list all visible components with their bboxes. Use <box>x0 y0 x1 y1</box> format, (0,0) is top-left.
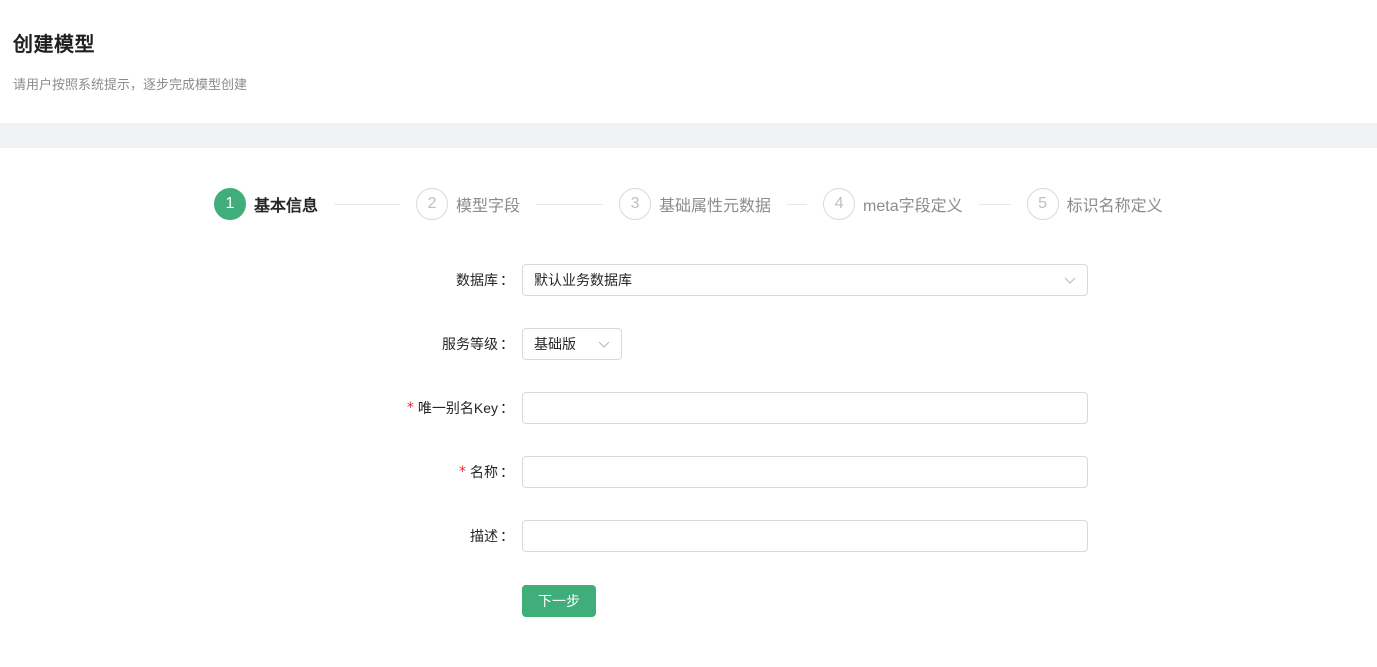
description-input[interactable] <box>522 520 1088 552</box>
service-level-select-value: 基础版 <box>534 336 576 352</box>
label-text: 唯一别名Key <box>417 400 498 416</box>
name-input[interactable] <box>522 456 1088 488</box>
label-text: 数据库 <box>456 272 498 288</box>
service-level-label: 服务等级： <box>442 328 514 360</box>
service-level-select[interactable]: 基础版 <box>522 328 622 360</box>
label-colon: ： <box>500 528 514 544</box>
database-select-value: 默认业务数据库 <box>534 272 632 288</box>
database-select[interactable]: 默认业务数据库 <box>522 264 1088 296</box>
form-row-database: 数据库： 默认业务数据库 <box>0 264 1377 296</box>
step-basic-info[interactable]: 1 基本信息 <box>214 188 318 220</box>
form-row-name: * 名称： <box>0 456 1377 488</box>
label-text: 描述 <box>470 528 498 544</box>
step-number-2: 2 <box>416 188 449 220</box>
form-row-service-level: 服务等级： 基础版 <box>0 328 1377 360</box>
steps-bar: 1 基本信息 2 模型字段 3 基础属性元数据 4 meta字段定义 5 标识名… <box>214 188 1163 220</box>
database-label: 数据库： <box>456 264 514 296</box>
form-row-alias-key: * 唯一别名Key： <box>0 392 1377 424</box>
step-connector <box>334 203 401 205</box>
step-title: 标识名称定义 <box>1066 198 1163 215</box>
page-title: 创建模型 <box>13 34 95 56</box>
step-number-1: 1 <box>214 188 246 220</box>
label-colon: ： <box>500 400 514 416</box>
step-identifier-names[interactable]: 5 标识名称定义 <box>1026 188 1163 220</box>
step-number-4: 4 <box>823 188 856 220</box>
step-number-3: 3 <box>619 188 652 220</box>
step-connector <box>978 203 1011 205</box>
page-header: 创建模型 请用户按照系统提示，逐步完成模型创建 <box>0 0 1377 123</box>
chevron-down-icon <box>598 341 610 348</box>
step-title: 模型字段 <box>456 198 521 215</box>
step-number-5: 5 <box>1026 188 1059 220</box>
description-label: 描述： <box>470 520 514 552</box>
label-colon: ： <box>500 464 514 480</box>
label-colon: ： <box>500 272 514 288</box>
label-colon: ： <box>500 336 514 352</box>
alias-key-input[interactable] <box>522 392 1088 424</box>
step-connector <box>536 203 604 205</box>
chevron-down-icon <box>1064 277 1076 284</box>
page-subtitle: 请用户按照系统提示，逐步完成模型创建 <box>13 77 248 92</box>
step-model-fields[interactable]: 2 模型字段 <box>416 188 520 220</box>
step-meta-fields[interactable]: 4 meta字段定义 <box>823 188 963 220</box>
form-row-description: 描述： <box>0 520 1377 552</box>
alias-key-label: * 唯一别名Key： <box>407 392 514 424</box>
step-title: meta字段定义 <box>863 198 963 215</box>
next-step-button[interactable]: 下一步 <box>522 585 596 617</box>
step-connector <box>787 203 808 205</box>
label-text: 名称 <box>470 464 498 480</box>
section-divider-band <box>0 123 1377 148</box>
required-mark: * <box>459 464 466 480</box>
step-title: 基础属性元数据 <box>659 198 772 215</box>
label-text: 服务等级 <box>442 336 498 352</box>
required-mark: * <box>406 400 414 416</box>
step-base-metadata[interactable]: 3 基础属性元数据 <box>619 188 771 220</box>
name-label: * 名称： <box>459 456 514 488</box>
step-title: 基本信息 <box>254 198 319 215</box>
